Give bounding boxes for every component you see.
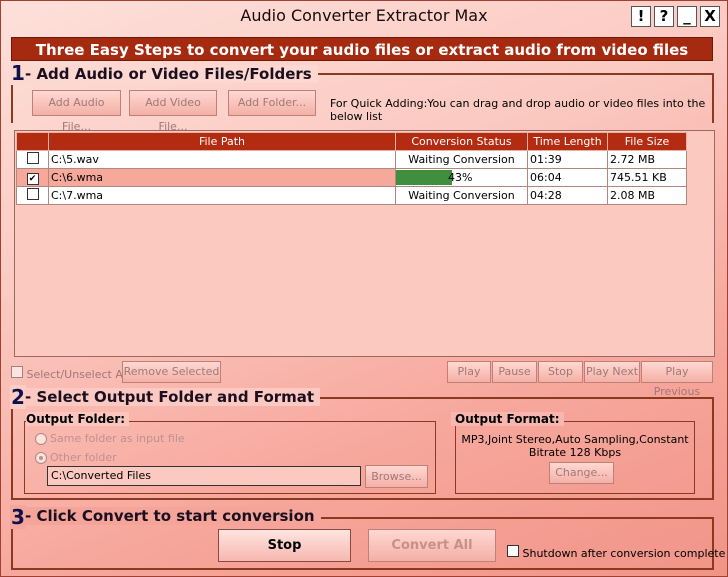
- shutdown-checkbox[interactable]: [507, 545, 519, 557]
- stop-playback-button[interactable]: Stop: [538, 361, 583, 383]
- play-button[interactable]: Play: [447, 361, 491, 383]
- file-path-cell: C:\7.wma: [48, 186, 396, 205]
- select-all-control[interactable]: Select/Unselect All: [11, 366, 129, 381]
- step3-number: 3: [10, 505, 26, 529]
- output-folder-input[interactable]: C:\Converted Files: [47, 466, 361, 486]
- add-audio-file-button[interactable]: Add Audio File...: [32, 90, 121, 133]
- table-row[interactable]: C:\5.wav Waiting Conversion 01:39 2.72 M…: [16, 150, 687, 169]
- add-video-file-button[interactable]: Add Video File...: [129, 90, 217, 133]
- step3-title: - Click Convert to start conversion: [25, 507, 321, 525]
- step2-title: - Select Output Folder and Format: [25, 388, 321, 406]
- progress-fill: [396, 170, 452, 185]
- file-size-cell: 2.72 MB: [607, 150, 687, 169]
- file-size-cell: 745.51 KB: [607, 168, 687, 187]
- same-folder-radio[interactable]: [35, 433, 47, 445]
- conversion-progress-bar: 43%: [396, 170, 525, 185]
- select-all-label: Select/Unselect All: [26, 368, 129, 381]
- column-header-conversion-status[interactable]: Conversion Status: [395, 132, 528, 151]
- play-next-button[interactable]: Play Next: [584, 361, 640, 383]
- shutdown-label: Shutdown after conversion complete: [522, 547, 726, 560]
- window-title: Audio Converter Extractor Max: [240, 6, 488, 25]
- change-format-button[interactable]: Change...: [549, 462, 614, 484]
- stop-conversion-button[interactable]: Stop: [218, 529, 351, 562]
- row-checkbox[interactable]: ✔: [26, 172, 39, 185]
- time-length-cell: 01:39: [527, 150, 608, 169]
- file-list[interactable]: File Path Conversion Status Time Length …: [14, 130, 715, 357]
- help-button[interactable]: ?: [654, 6, 674, 27]
- quick-add-hint: For Quick Adding:You can drag and drop a…: [330, 97, 706, 123]
- table-row[interactable]: C:\7.wma Waiting Conversion 04:28 2.08 M…: [16, 186, 687, 205]
- pause-button[interactable]: Pause: [492, 361, 537, 383]
- step1-title: - Add Audio or Video Files/Folders: [25, 65, 318, 83]
- format-line-1: MP3,Joint Stereo,Auto Sampling,Constant: [461, 433, 689, 446]
- row-checkbox[interactable]: [26, 188, 39, 200]
- column-header-file-size[interactable]: File Size: [607, 132, 687, 151]
- output-format-description: MP3,Joint Stereo,Auto Sampling,Constant …: [457, 433, 693, 459]
- checkbox-column-header: [16, 132, 49, 151]
- status-cell: Waiting Conversion: [395, 186, 528, 205]
- format-line-2: Bitrate 128 Kbps: [528, 446, 622, 459]
- shutdown-option[interactable]: Shutdown after conversion complete: [507, 545, 725, 560]
- remove-selected-button[interactable]: Remove Selected: [122, 361, 221, 383]
- title-bar: Audio Converter Extractor Max ! ? _ X: [1, 1, 727, 31]
- about-button[interactable]: !: [631, 6, 651, 27]
- progress-percent: 43%: [448, 171, 473, 184]
- other-folder-label: Other folder: [50, 451, 117, 464]
- table-row[interactable]: ✔ C:\6.wma 43% 06:04 745.51 KB: [16, 168, 687, 187]
- play-previous-button[interactable]: Play Previous: [641, 361, 713, 398]
- convert-all-button[interactable]: Convert All: [368, 529, 496, 562]
- app-window: Audio Converter Extractor Max ! ? _ X Th…: [0, 0, 728, 577]
- status-cell: 43%: [395, 168, 528, 187]
- steps-banner: Three Easy Steps to convert your audio f…: [11, 37, 713, 61]
- step2-number: 2: [10, 385, 26, 409]
- add-folder-button[interactable]: Add Folder...: [228, 90, 316, 116]
- minimize-button[interactable]: _: [677, 6, 697, 27]
- time-length-cell: 04:28: [527, 186, 608, 205]
- browse-button[interactable]: Browse...: [365, 465, 428, 488]
- step1-number: 1: [10, 61, 26, 85]
- time-length-cell: 06:04: [527, 168, 608, 187]
- row-checkbox[interactable]: [26, 152, 39, 164]
- file-path-cell: C:\6.wma: [48, 168, 396, 187]
- same-folder-option[interactable]: Same folder as input file: [35, 432, 185, 445]
- close-button[interactable]: X: [700, 6, 720, 27]
- other-folder-option[interactable]: Other folder: [35, 451, 117, 464]
- status-cell: Waiting Conversion: [395, 150, 528, 169]
- column-header-file-path[interactable]: File Path: [48, 132, 396, 151]
- output-folder-label: Output Folder:: [26, 412, 130, 426]
- file-size-cell: 2.08 MB: [607, 186, 687, 205]
- table-header: File Path Conversion Status Time Length …: [16, 132, 687, 151]
- other-folder-radio[interactable]: [35, 452, 47, 464]
- select-all-checkbox[interactable]: [11, 366, 23, 378]
- file-path-cell: C:\5.wav: [48, 150, 396, 169]
- same-folder-label: Same folder as input file: [50, 432, 185, 445]
- column-header-time-length[interactable]: Time Length: [527, 132, 608, 151]
- file-table: File Path Conversion Status Time Length …: [16, 132, 687, 205]
- output-format-label: Output Format:: [451, 412, 564, 426]
